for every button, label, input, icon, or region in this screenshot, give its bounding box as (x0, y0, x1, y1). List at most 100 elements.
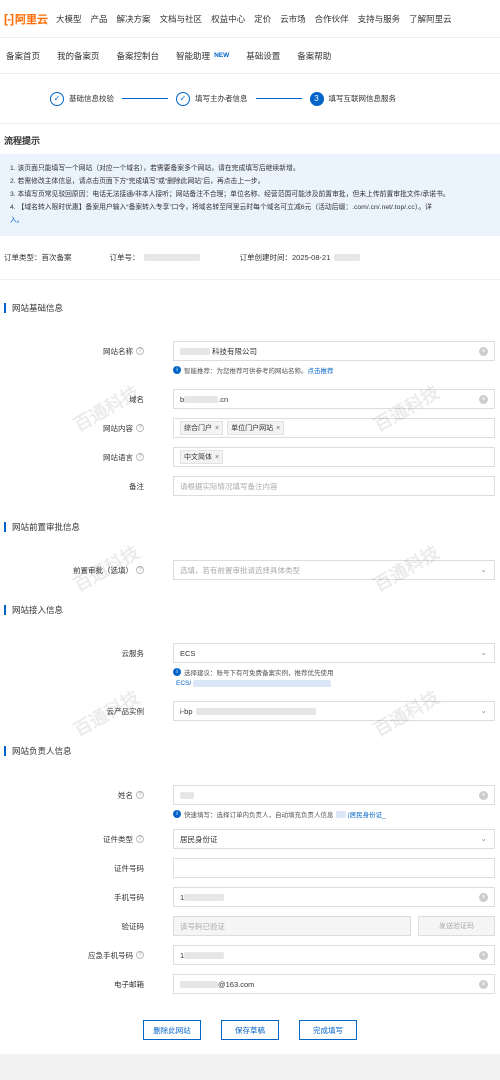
subnav-help[interactable]: 备案帮助 (297, 50, 331, 62)
help-icon: ? (136, 453, 144, 461)
step-label: 填写主办者信息 (195, 94, 248, 103)
site-name-row: 网站名称? 科技有限公司 × (0, 341, 500, 361)
id-type-select[interactable]: 居民身份证 ⌄ (173, 829, 495, 849)
help-icon: ? (136, 347, 144, 355)
pre-approval-title: 网站前置审批信息 (4, 522, 80, 532)
pre-approval-select[interactable]: 选填，若有前置审批请选择具体类型 ⌄ (173, 560, 495, 580)
site-basic-title: 网站基础信息 (4, 303, 63, 313)
beian-subnav: 备案首页 我的备案页 备案控制台 智能助理 NEW 基础设置 备案帮助 (0, 38, 500, 74)
step-1: ✓ 基础信息校验 (50, 91, 114, 106)
redacted-value (334, 254, 361, 261)
domain-label: 域名 (129, 394, 144, 404)
site-name-input[interactable]: 科技有限公司 × (173, 341, 495, 361)
redacted-value (180, 347, 210, 355)
id-number-input[interactable] (173, 858, 495, 878)
email-row: 电子邮箱 @163.com × (0, 974, 500, 994)
footer-bar (0, 1054, 500, 1080)
nav-item-market[interactable]: 云市场 (280, 13, 306, 25)
site-name-hint: i 智能推荐：为您推荐可供参考的网站名称。 点击推荐 (173, 365, 334, 375)
subnav-settings[interactable]: 基础设置 (246, 50, 280, 62)
nav-item-pricing[interactable]: 定价 (254, 13, 271, 25)
owner-name-row: 姓名? × (0, 785, 500, 805)
sms-code-input[interactable]: 该号码已验证 (173, 916, 411, 936)
clear-icon[interactable]: × (479, 347, 488, 356)
content-select[interactable]: 综合门户 × 单位门户网站 × (173, 418, 495, 438)
clear-icon[interactable]: × (479, 395, 488, 404)
check-icon: ✓ (50, 91, 64, 106)
cloud-service-hint-link[interactable]: ECS/ (176, 680, 332, 687)
clear-icon[interactable]: × (479, 893, 488, 902)
tip-item: 4. 【域名转入限时优惠】备案用户输入“备案转入专享”口令，将域名转至阿里云时每… (10, 204, 432, 211)
close-icon[interactable]: × (276, 425, 280, 432)
order-info: 订单类型：首次备案 订单号： 订单创建时间：2025-08-21 (0, 236, 500, 280)
aliyun-logo[interactable]: [-] 阿里云 (0, 11, 48, 27)
pre-approval-row: 前置审批（选填）? 选填，若有前置审批请选择具体类型 ⌄ (0, 560, 500, 580)
redacted-value (143, 254, 200, 261)
nav-item-support[interactable]: 支持与服务 (358, 13, 401, 25)
delete-site-button[interactable]: 删除此网站 (143, 1020, 201, 1040)
owner-name-hint: i 快速填写：选择订单内负责人，自动填充负责人信息 (居民身份证_ (173, 809, 386, 819)
step-number: 3 (309, 91, 324, 106)
phone-input[interactable]: 1 × (173, 887, 495, 907)
save-draft-button[interactable]: 保存草稿 (221, 1020, 279, 1040)
owner-name-label: 姓名? (0, 790, 150, 801)
instance-label: 云产品实例 (106, 706, 145, 716)
pre-approval-label: 前置审批（选填）? (0, 565, 150, 576)
redacted-value (180, 791, 194, 799)
emergency-phone-input[interactable]: 1 × (173, 945, 495, 965)
step-label: 填写互联网信息服务 (328, 94, 397, 103)
nav-item-solutions[interactable]: 解决方案 (117, 13, 151, 25)
clear-icon[interactable]: × (479, 980, 488, 989)
remark-row: 备注 请根据实际情况填写备注内容 (0, 476, 500, 496)
content-row: 网站内容? 综合门户 × 单位门户网站 × (0, 418, 500, 438)
close-icon[interactable]: × (215, 454, 219, 461)
email-input[interactable]: @163.com × (173, 974, 495, 994)
owner-quick-fill-link[interactable]: (居民身份证_ (348, 809, 386, 819)
tip-link[interactable]: 入。 (10, 214, 490, 227)
domain-input[interactable]: b .cn × (173, 389, 495, 409)
id-type-row: 证件类型? 居民身份证 ⌄ (0, 829, 500, 849)
finish-button[interactable]: 完成填写 (299, 1020, 357, 1040)
nav-item-llm[interactable]: 大模型 (56, 13, 82, 25)
help-icon: ? (136, 791, 144, 799)
tip-item: 1. 该页面只能填写一个网站（对应一个域名），若需要备案多个网站，请在完成填写后… (10, 165, 300, 172)
cloud-service-select[interactable]: ECS ⌄ (173, 643, 495, 663)
sms-row: 验证码 该号码已验证 发送验证码 (0, 916, 500, 936)
cloud-service-label: 云服务 (121, 648, 145, 658)
send-sms-button[interactable]: 发送验证码 (418, 916, 495, 936)
language-select[interactable]: 中文简体 × (173, 447, 495, 467)
subnav-assistant[interactable]: 智能助理 NEW (176, 50, 229, 62)
redacted-value (184, 893, 225, 901)
clear-icon[interactable]: × (479, 791, 488, 800)
tag-item: 综合门户 × (180, 421, 224, 435)
info-icon: i (173, 668, 181, 676)
logo-text: 阿里云 (15, 13, 48, 26)
subnav-assistant-label: 智能助理 (176, 50, 211, 61)
sms-label: 验证码 (121, 921, 145, 931)
subnav-beian-home[interactable]: 备案首页 (6, 50, 40, 62)
nav-item-benefits[interactable]: 权益中心 (211, 13, 245, 25)
nav-item-partners[interactable]: 合作伙伴 (315, 13, 349, 25)
tip-item: 2. 若需修改主体信息，请点击页面下方“完成填写”或“删除此网站”后，再点击上一… (10, 178, 265, 185)
nav-item-products[interactable]: 产品 (91, 13, 108, 25)
subnav-console[interactable]: 备案控制台 (117, 50, 160, 62)
process-title: 流程提示 (4, 136, 41, 146)
nav-item-docs[interactable]: 文档与社区 (160, 13, 203, 25)
check-icon: ✓ (176, 91, 190, 106)
tag-item: 中文简体 × (180, 450, 224, 464)
redacted-value (184, 395, 219, 403)
step-3: 3 填写互联网信息服务 (309, 91, 397, 106)
close-icon[interactable]: × (215, 425, 219, 432)
remark-label: 备注 (129, 481, 144, 491)
clear-icon[interactable]: × (479, 951, 488, 960)
subnav-my-beian[interactable]: 我的备案页 (57, 50, 100, 62)
instance-select[interactable]: i-bp ⌄ (173, 701, 495, 721)
recommend-link[interactable]: 点击推荐 (308, 365, 334, 375)
tag-item: 单位门户网站 × (227, 421, 285, 435)
owner-name-input[interactable]: × (173, 785, 495, 805)
cloud-service-row: 云服务 ECS ⌄ (0, 643, 500, 663)
language-row: 网站语言? 中文简体 × (0, 447, 500, 467)
remark-input[interactable]: 请根据实际情况填写备注内容 (173, 476, 495, 496)
nav-item-about[interactable]: 了解阿里云 (409, 13, 452, 25)
id-number-label: 证件号码 (114, 863, 144, 873)
